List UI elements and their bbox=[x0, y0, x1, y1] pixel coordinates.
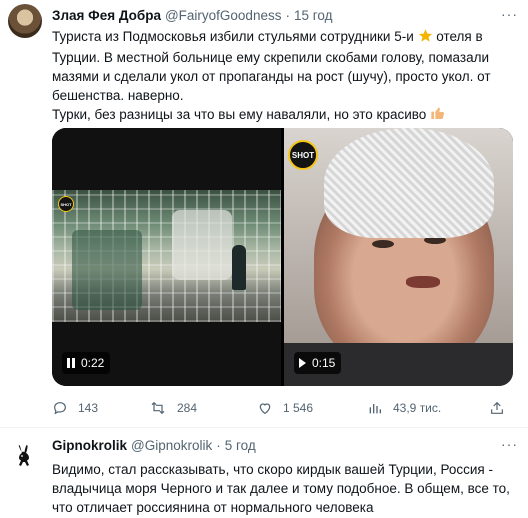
video-duration-badge[interactable]: 0:15 bbox=[294, 352, 342, 374]
tweet-text-part: Турки, без разницы за что вы ему навалял… bbox=[52, 107, 431, 122]
video-player[interactable]: SHOT 0:22 bbox=[52, 128, 281, 386]
views-count: 43,9 тис. bbox=[393, 401, 442, 415]
author-name[interactable]: Gipnokrolik bbox=[52, 438, 127, 453]
tweet-text: Туриста из Подмосковья избили стульями с… bbox=[52, 27, 522, 126]
author-name[interactable]: Злая Фея Добра bbox=[52, 8, 161, 23]
retweet-count: 284 bbox=[177, 401, 198, 415]
retweet-icon bbox=[151, 401, 165, 415]
avatar[interactable] bbox=[8, 440, 40, 472]
tweet-actions: 143 284 1 546 43,9 тис. bbox=[52, 400, 522, 418]
media-grid: SHOT 0:22 SHOT 0:15 bbox=[52, 128, 513, 386]
video-player[interactable]: SHOT 0:15 bbox=[284, 128, 513, 386]
author-handle[interactable]: @FairyofGoodness bbox=[165, 8, 282, 23]
video-duration: 0:15 bbox=[312, 356, 336, 370]
tweet-header: Злая Фея Добра @FairyofGoodness · 15 год bbox=[52, 8, 332, 23]
shot-logo: SHOT bbox=[58, 196, 74, 212]
avatar[interactable] bbox=[8, 4, 42, 38]
tweet-text: Видимо, стал рассказывать, что скоро кир… bbox=[52, 462, 510, 515]
thumbs-up-icon bbox=[430, 105, 446, 126]
video-thumbnail bbox=[52, 190, 281, 322]
separator: · bbox=[216, 438, 221, 453]
bunny-logo-icon bbox=[18, 445, 29, 466]
tweet-header: Gipnokrolik @Gipnokrolik · 5 год bbox=[52, 438, 256, 453]
timestamp[interactable]: 15 год bbox=[294, 8, 332, 23]
author-handle[interactable]: @Gipnokrolik bbox=[131, 438, 212, 453]
video-duration: 0:22 bbox=[81, 356, 105, 370]
bandage bbox=[324, 128, 494, 238]
analytics-icon bbox=[369, 404, 381, 414]
share-button[interactable] bbox=[489, 400, 515, 416]
separator: · bbox=[285, 8, 290, 23]
tweet-2[interactable]: Gipnokrolik @Gipnokrolik · 5 год ··· Вид… bbox=[0, 428, 528, 518]
retweet-button[interactable]: 284 bbox=[149, 400, 197, 416]
more-options-icon[interactable]: ··· bbox=[501, 6, 518, 22]
reply-count: 143 bbox=[78, 401, 99, 415]
star-icon bbox=[418, 28, 433, 48]
pause-icon bbox=[67, 358, 75, 368]
reply-button[interactable]: 143 bbox=[52, 400, 98, 416]
heart-icon bbox=[259, 403, 271, 415]
tweet-1[interactable]: Злая Фея Добра @FairyofGoodness · 15 год… bbox=[0, 0, 528, 428]
play-icon bbox=[299, 358, 306, 368]
views-button[interactable]: 43,9 тис. bbox=[367, 400, 441, 416]
reply-icon bbox=[54, 402, 66, 415]
video-duration-badge[interactable]: 0:22 bbox=[62, 352, 111, 374]
share-icon bbox=[491, 401, 503, 414]
like-count: 1 546 bbox=[283, 401, 314, 415]
timestamp[interactable]: 5 год bbox=[225, 438, 256, 453]
more-options-icon[interactable]: ··· bbox=[501, 436, 518, 452]
shot-logo: SHOT bbox=[288, 140, 318, 170]
tweet-text-part: Туриста из Подмосковья избили стульями с… bbox=[52, 29, 418, 44]
like-button[interactable]: 1 546 bbox=[257, 400, 313, 416]
